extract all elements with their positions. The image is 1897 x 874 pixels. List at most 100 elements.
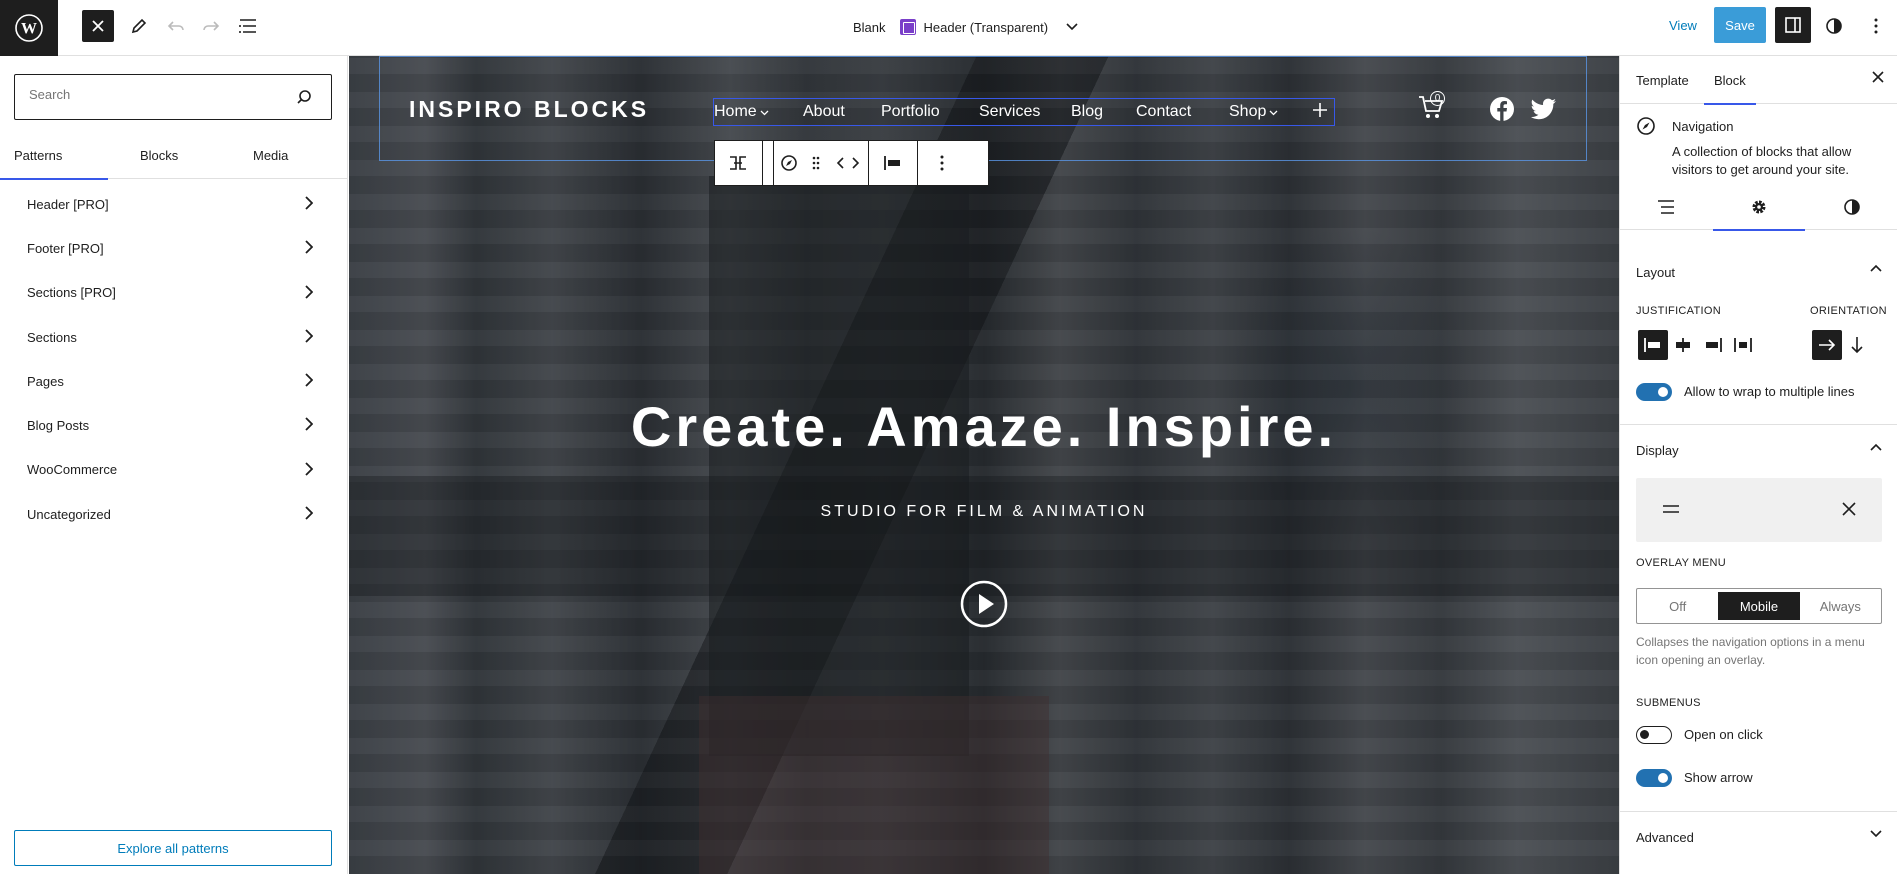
tab-block[interactable]: Block [1704,56,1756,105]
chevron-down-icon[interactable] [1066,23,1078,31]
pencil-icon [130,17,148,35]
settings-toggle-button[interactable] [1775,7,1811,43]
layout-panel-title: Layout [1636,264,1676,280]
move-left-right-button[interactable] [828,141,868,185]
styles-button[interactable] [1814,8,1854,44]
hero-subtitle[interactable]: STUDIO FOR FILM & ANIMATION [349,503,1619,521]
pattern-category-item[interactable]: Footer [PRO] [0,226,347,270]
nav-item-blog[interactable]: Blog [1071,99,1103,125]
hero-heading[interactable]: Create. Amaze. Inspire. [349,394,1619,459]
justify-center-button[interactable] [1668,330,1698,360]
block-card: Navigation A collection of blocks that a… [1620,104,1897,184]
overlay-menu-preview[interactable] [1636,478,1882,542]
block-settings-sidebar: Template Block Navigation A collection o… [1619,56,1897,874]
save-button[interactable]: Save [1714,7,1766,43]
category-label: Uncategorized [27,506,111,522]
add-block-icon[interactable] [1312,102,1328,118]
pattern-category-item[interactable]: Uncategorized [0,492,347,536]
block-type-button[interactable] [774,141,804,185]
nav-item-services[interactable]: Services [979,99,1040,125]
show-arrow-toggle[interactable] [1636,769,1672,787]
overlay-option-mobile[interactable]: Mobile [1718,592,1800,620]
twitter-icon[interactable] [1531,98,1557,120]
tab-blocks[interactable]: Blocks [140,131,178,179]
display-panel-toggle[interactable]: Display [1620,424,1897,476]
block-options-button[interactable] [918,141,966,185]
sidebar-tabs: Template Block [1620,56,1897,105]
tab-list-view[interactable] [1620,184,1712,230]
pattern-category-item[interactable]: Sections [PRO] [0,271,347,315]
justify-space-between-button[interactable] [1728,330,1758,360]
toolbar-group [918,141,966,185]
overlay-option-off[interactable]: Off [1637,589,1718,623]
search-box[interactable] [14,74,332,120]
justify-left-button[interactable] [1638,330,1668,360]
chevron-right-icon [305,284,313,299]
tab-template[interactable]: Template [1636,56,1689,104]
justify-center-icon [1673,337,1693,353]
wrap-lines-toggle[interactable] [1636,383,1672,401]
view-link[interactable]: View [1669,18,1697,33]
wordpress-logo-button[interactable]: W [0,0,58,56]
category-label: Pages [27,373,64,389]
search-input[interactable] [29,87,279,102]
compass-icon [780,154,798,172]
nav-item-about[interactable]: About [803,99,845,125]
navigation-block[interactable]: Home About Portfolio Services Blog Conta… [713,98,1335,126]
tab-styles[interactable] [1806,184,1897,230]
editor-canvas[interactable]: INSPIRO BLOCKS Home About Portfolio Serv… [349,56,1619,874]
kebab-menu-icon [940,155,944,171]
explore-all-patterns-button[interactable]: Explore all patterns [14,830,332,866]
nav-item-shop[interactable]: Shop [1229,99,1278,125]
nav-item-portfolio[interactable]: Portfolio [881,99,940,125]
undo-button[interactable] [156,8,196,44]
contrast-icon [1825,17,1843,35]
display-panel-title: Display [1636,443,1679,458]
advanced-panel-toggle[interactable]: Advanced [1620,811,1897,863]
transform-block-button[interactable] [715,141,761,185]
drag-handle[interactable] [804,141,828,185]
tab-patterns[interactable]: Patterns [0,131,109,180]
justify-right-button[interactable] [1698,330,1728,360]
pattern-category-item[interactable]: Pages [0,359,347,403]
document-title-bar[interactable]: Blank Header (Transparent) [853,16,1078,38]
inspector-tabs [1620,184,1897,231]
close-icon[interactable] [1872,71,1884,83]
arrow-right-icon [1818,338,1836,352]
chevron-right-icon [305,506,313,520]
nav-item-label: Shop [1229,103,1267,120]
pattern-category-item[interactable]: Sections [0,315,347,359]
overlay-menu-segmented-control: Off Mobile Always [1636,588,1882,624]
justify-right-icon [1703,337,1723,353]
pattern-category-item[interactable]: Blog Posts [0,403,347,447]
overlay-menu-label: OVERLAY MENU [1636,557,1726,569]
tab-media[interactable]: Media [253,131,288,179]
nav-item-contact[interactable]: Contact [1136,99,1191,125]
orientation-horizontal-button[interactable] [1812,330,1842,360]
nav-item-home[interactable]: Home [714,99,769,125]
justification-button[interactable] [869,141,917,185]
site-title[interactable]: INSPIRO BLOCKS [409,96,649,123]
open-on-click-label: Open on click [1684,727,1763,742]
overlay-option-always[interactable]: Always [1800,589,1881,623]
layout-panel-toggle[interactable]: Layout [1620,246,1897,298]
category-label: Header [PRO] [27,196,109,212]
pattern-category-item[interactable]: WooCommerce [0,448,347,492]
open-on-click-toggle[interactable] [1636,726,1672,744]
pattern-category-item[interactable]: Header [PRO] [0,182,347,226]
facebook-icon[interactable] [1489,96,1515,122]
cart-count-badge: 0 [1430,91,1445,106]
orientation-vertical-button[interactable] [1842,330,1872,360]
category-label: Footer [PRO] [27,240,104,256]
redo-button[interactable] [191,8,231,44]
list-view-button[interactable] [228,8,268,44]
options-button[interactable] [1856,8,1896,44]
template-part-name: Header (Transparent) [923,19,1049,35]
contrast-icon [1843,198,1861,216]
menu-icon [1662,503,1680,515]
justification-label: JUSTIFICATION [1636,305,1721,317]
tab-settings[interactable] [1713,184,1805,231]
edit-tools-button[interactable] [119,8,159,44]
close-inserter-button[interactable] [82,10,114,42]
play-icon[interactable] [960,580,1008,628]
